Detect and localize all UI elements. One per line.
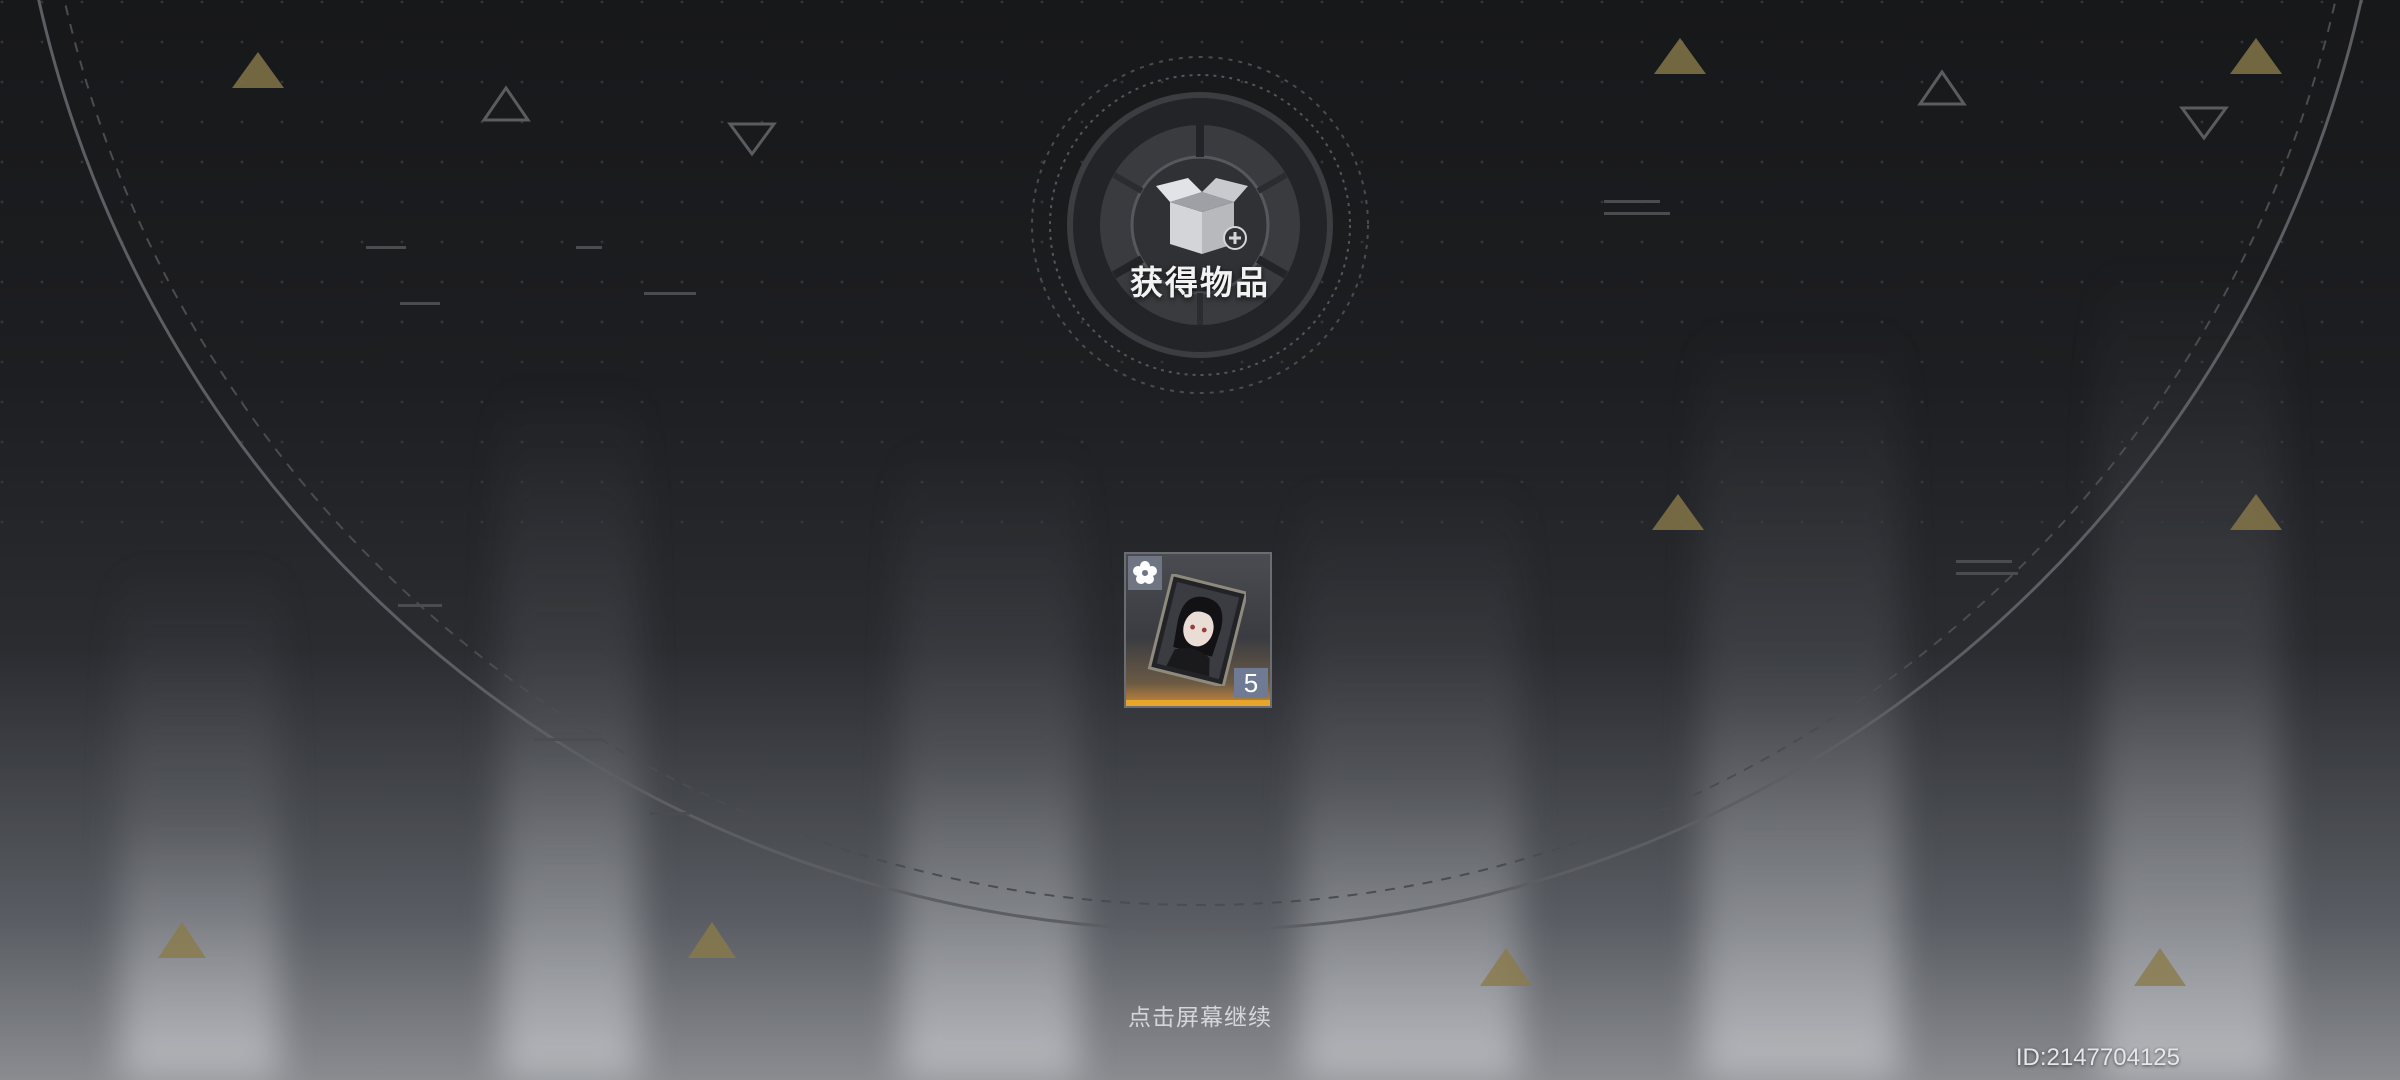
- player-id-label: ID:2147704125: [2015, 1044, 2180, 1071]
- tap-to-continue-hint[interactable]: 点击屏幕继续: [1000, 998, 1400, 1032]
- rarity-bar: [1126, 700, 1270, 706]
- reward-overlay[interactable]: 获得物品 5 点击屏幕继续 ID:2147704125: [0, 0, 2400, 1080]
- item-type-badge: [1128, 556, 1162, 590]
- item-count-badge: 5: [1234, 668, 1268, 698]
- page-title: 获得物品: [1130, 263, 1270, 302]
- reward-item-card[interactable]: 5: [1124, 552, 1272, 708]
- box-plus-icon: [1156, 178, 1248, 254]
- flower-icon: [1133, 561, 1157, 584]
- character-portrait: [1147, 574, 1246, 686]
